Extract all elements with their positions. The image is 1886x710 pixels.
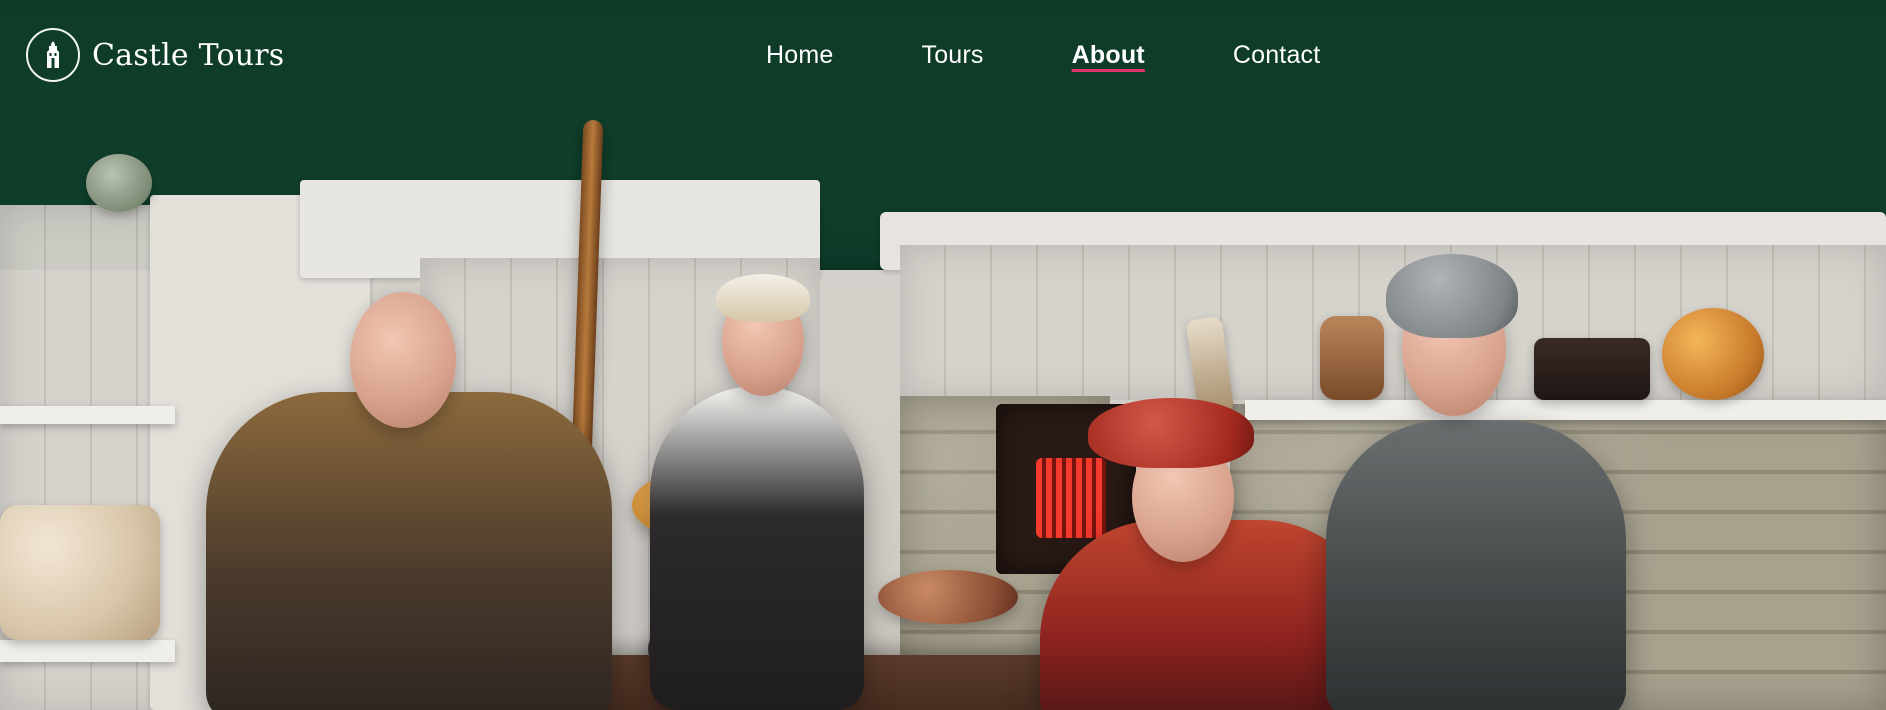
about-page: Castle Tours Home Tours About Contact [0,0,1886,710]
brand-name: Castle Tours [92,37,285,73]
headdress [1386,254,1518,338]
left-shelf-bottom [0,640,175,662]
nav-about[interactable]: About [1072,43,1145,68]
archer-face [350,292,456,428]
brand-logo [26,28,80,82]
archer-character [206,392,612,710]
fire-glow [1036,458,1106,538]
green-bowl [86,154,152,212]
noble-woman-character [1326,420,1626,710]
main-nav: Home Tours About Contact [766,43,1320,68]
roast-ham [878,570,1018,624]
site-header: Castle Tours Home Tours About Contact [0,0,1886,120]
server-character [650,386,864,710]
castle-icon [47,41,59,68]
red-beret [1088,398,1254,468]
mantel-shelf [1245,400,1886,420]
nav-contact[interactable]: Contact [1233,43,1321,68]
left-shelf [0,406,175,424]
sacks [0,505,160,640]
nav-home[interactable]: Home [766,43,834,68]
server-cap [716,274,810,322]
wooden-chest [1534,338,1650,400]
brand-link[interactable]: Castle Tours [26,28,284,82]
nav-tours[interactable]: Tours [922,43,984,68]
jug [1320,316,1384,400]
loaf-of-bread [1662,308,1764,400]
